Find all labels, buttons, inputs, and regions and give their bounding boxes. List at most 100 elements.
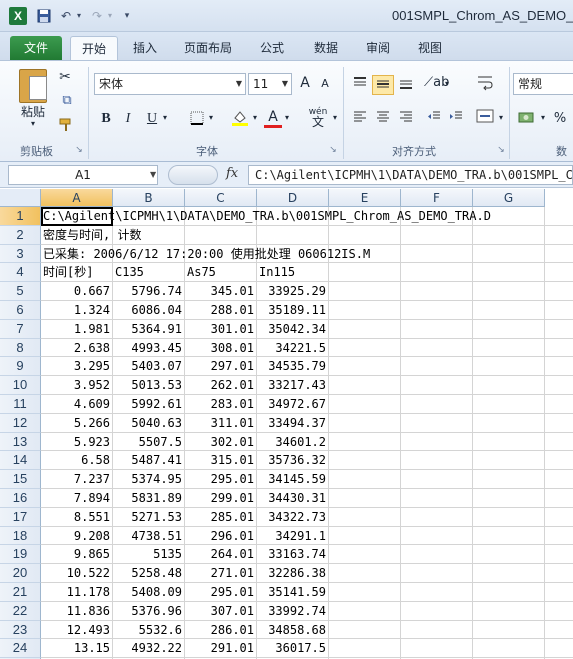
decrease-indent-icon[interactable] [424, 109, 444, 128]
fill-color-icon[interactable] [230, 109, 250, 130]
row-header-23[interactable]: 23 [0, 620, 41, 640]
data-cell[interactable]: 4738.51 [113, 527, 185, 545]
data-cell[interactable]: 5992.61 [113, 395, 185, 413]
worksheet-grid[interactable]: A B C D E F G 1 2 3 4 5 6 7 8 9 10 11 12 13 14 15 16 17 18 19 20 21… [0, 189, 573, 659]
row-header-11[interactable]: 11 [0, 395, 41, 414]
data-cell[interactable]: 295.01 [185, 583, 257, 601]
redo-dropdown-icon[interactable]: ▾ [105, 7, 115, 25]
tab-view[interactable]: 视图 [408, 36, 452, 60]
data-cell[interactable]: 7.237 [41, 470, 113, 488]
formula-input[interactable]: C:\Agilent\ICPMH\1\DATA\DEMO_TRA.b\001SM… [248, 165, 573, 185]
cell-a2[interactable]: 密度与时间, 计数 [41, 226, 573, 244]
column-header-f[interactable]: F [401, 189, 473, 207]
data-cell[interactable]: 13.15 [41, 639, 113, 657]
data-cell[interactable]: 4993.45 [113, 339, 185, 357]
data-cell[interactable]: 33992.74 [257, 602, 329, 620]
data-cell[interactable]: 10.522 [41, 564, 113, 582]
column-header-a[interactable]: A [41, 189, 113, 207]
data-cell[interactable]: 4.609 [41, 395, 113, 413]
customize-qat-icon[interactable]: ▾ [120, 7, 134, 25]
data-cell[interactable]: 9.865 [41, 545, 113, 563]
formula-bar-resizer[interactable] [168, 165, 218, 185]
top-align-icon[interactable] [350, 75, 370, 95]
row-header-22[interactable]: 22 [0, 601, 41, 621]
undo-dropdown-icon[interactable]: ▾ [74, 7, 84, 25]
paste-icon[interactable] [19, 69, 47, 103]
data-cell[interactable]: 296.01 [185, 527, 257, 545]
data-cell[interactable]: 286.01 [185, 621, 257, 639]
data-cell[interactable]: 301.01 [185, 320, 257, 338]
underline-button[interactable]: U [144, 111, 160, 127]
data-cell[interactable]: 6.58 [41, 451, 113, 469]
data-cell[interactable]: 5376.96 [113, 602, 185, 620]
row-header-12[interactable]: 12 [0, 413, 41, 433]
font-color-dropdown-icon[interactable]: ▾ [282, 113, 292, 122]
data-cell[interactable]: 33925.29 [257, 282, 329, 300]
row-header-18[interactable]: 18 [0, 526, 41, 546]
data-cell[interactable]: 307.01 [185, 602, 257, 620]
number-format-select[interactable]: 常规 [513, 73, 573, 95]
data-cell[interactable]: 34430.31 [257, 489, 329, 507]
data-cell[interactable]: 264.01 [185, 545, 257, 563]
row-header-24[interactable]: 24 [0, 639, 41, 659]
fill-color-dropdown-icon[interactable]: ▾ [250, 113, 260, 122]
row-header-10[interactable]: 10 [0, 376, 41, 395]
data-cell[interactable]: 5487.41 [113, 451, 185, 469]
data-cell[interactable]: 12.493 [41, 621, 113, 639]
data-cell[interactable]: 9.208 [41, 527, 113, 545]
row-header-19[interactable]: 19 [0, 545, 41, 565]
wrap-text-icon[interactable] [474, 73, 496, 94]
data-cell[interactable]: 262.01 [185, 376, 257, 394]
data-cell[interactable]: 297.01 [185, 357, 257, 375]
row-header-13[interactable]: 13 [0, 432, 41, 452]
data-cell[interactable]: 34221.5 [257, 339, 329, 357]
accounting-dropdown-icon[interactable]: ▾ [538, 113, 548, 122]
data-cell[interactable]: 5258.48 [113, 564, 185, 582]
data-cell[interactable]: 3.295 [41, 357, 113, 375]
data-cell[interactable]: 34291.1 [257, 527, 329, 545]
data-cell[interactable]: 33494.37 [257, 414, 329, 432]
orientation-dropdown-icon[interactable]: ▾ [442, 79, 452, 88]
column-header-b[interactable]: B [113, 189, 185, 207]
data-cell[interactable]: 5135 [113, 545, 185, 563]
align-center-icon[interactable] [373, 109, 393, 128]
tab-review[interactable]: 审阅 [356, 36, 400, 60]
merge-center-icon[interactable] [474, 107, 496, 128]
data-cell[interactable]: 5532.6 [113, 621, 185, 639]
data-cell[interactable]: 7.894 [41, 489, 113, 507]
data-cell[interactable]: 285.01 [185, 508, 257, 526]
data-cell[interactable]: 5831.89 [113, 489, 185, 507]
data-cell[interactable]: 311.01 [185, 414, 257, 432]
name-box-dropdown-icon[interactable]: ▼ [150, 170, 156, 179]
font-color-button[interactable]: A [264, 109, 282, 128]
data-cell[interactable]: 33163.74 [257, 545, 329, 563]
paste-dropdown-icon[interactable]: ▾ [28, 119, 38, 128]
data-cell[interactable]: 5271.53 [113, 508, 185, 526]
data-cell[interactable]: 6086.04 [113, 301, 185, 319]
data-cell[interactable]: 34145.59 [257, 470, 329, 488]
font-size-select[interactable]: 11 ▼ [248, 73, 292, 95]
data-cell[interactable]: 3.952 [41, 376, 113, 394]
accounting-format-icon[interactable] [516, 109, 538, 130]
data-cell[interactable]: 35141.59 [257, 583, 329, 601]
alignment-launcher-icon[interactable]: ↘ [496, 145, 506, 155]
save-icon[interactable] [36, 7, 52, 25]
data-cell[interactable]: 345.01 [185, 282, 257, 300]
row-header-2[interactable]: 2 [0, 225, 41, 245]
shrink-font-button[interactable]: A [318, 77, 332, 90]
font-launcher-icon[interactable]: ↘ [328, 145, 338, 155]
data-cell[interactable]: 308.01 [185, 339, 257, 357]
tab-home[interactable]: 开始 [70, 36, 118, 60]
phonetic-guide-button[interactable]: wén 文 [306, 107, 330, 128]
row-header-5[interactable]: 5 [0, 282, 41, 301]
tab-file[interactable]: 文件 [10, 36, 62, 60]
data-cell[interactable]: 5.266 [41, 414, 113, 432]
column-label-cell[interactable]: 时间[秒] [41, 263, 113, 281]
data-cell[interactable]: 34322.73 [257, 508, 329, 526]
copy-icon[interactable]: ⧉ [56, 93, 78, 108]
italic-button[interactable]: I [120, 111, 136, 127]
underline-dropdown-icon[interactable]: ▾ [160, 113, 170, 122]
borders-icon[interactable] [188, 111, 206, 128]
format-painter-icon[interactable] [56, 117, 76, 136]
data-cell[interactable]: 8.551 [41, 508, 113, 526]
